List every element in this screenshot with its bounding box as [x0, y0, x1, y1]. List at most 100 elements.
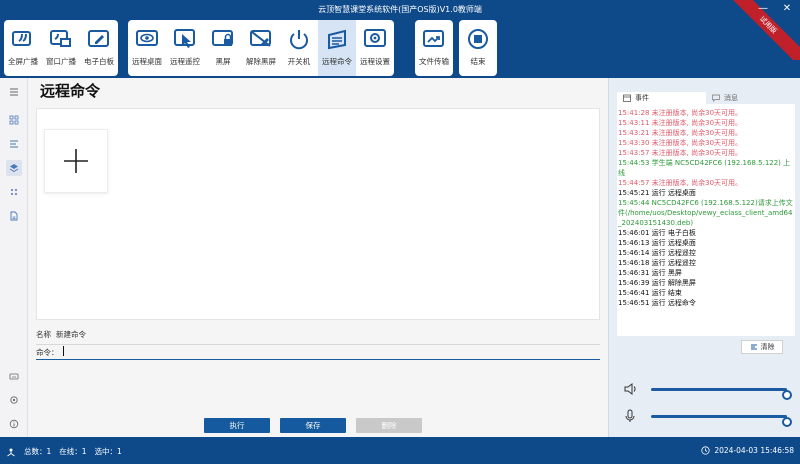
- log-entry: 15:46:14 运行 远程遥控: [618, 249, 696, 257]
- log-entry: 15:44:57 未注册版本, 尚余30天可用。: [618, 179, 743, 187]
- chat-icon: [712, 94, 720, 102]
- log-entry: 15:43:11 未注册版本, 尚余30天可用。: [618, 119, 743, 127]
- speaker-volume-slider[interactable]: [651, 388, 792, 400]
- tool-label: 远程遥控: [170, 57, 200, 66]
- unblackscreen-button[interactable]: 解除黑屏: [242, 20, 280, 76]
- tab-messages-label: 消息: [724, 94, 738, 102]
- log-entry: 15:46:31 运行 黑屏: [618, 269, 682, 277]
- mic-volume-row: [623, 409, 795, 427]
- name-underline: [36, 344, 600, 345]
- tool-label: 文件传输: [419, 57, 449, 66]
- log-entry: 15:46:13 运行 远程桌面: [618, 239, 696, 247]
- tool-group-broadcast: 全屏广播 窗口广播 电子白板: [4, 20, 118, 76]
- power-icon: [290, 30, 308, 50]
- gear-icon: [364, 29, 386, 47]
- add-command-button[interactable]: [44, 129, 108, 193]
- log-entry: 15:46:18 运行 远程遥控: [618, 259, 696, 267]
- remote-desktop-button[interactable]: 远程桌面: [128, 20, 166, 76]
- delete-button[interactable]: 删除: [356, 418, 422, 433]
- whiteboard-button[interactable]: 电子白板: [80, 20, 118, 76]
- remote-desktop-icon: [136, 30, 158, 46]
- log-entry: 15:41:28 未注册版本, 尚余30天可用。: [618, 109, 743, 117]
- command-underline: [36, 359, 600, 360]
- file-transfer-button[interactable]: 文件传输: [415, 20, 453, 76]
- title-bar: 云顶智慧课堂系统软件(国产OS版)V1.0教师端 — ✕: [0, 0, 800, 18]
- window-broadcast-button[interactable]: 窗口广播: [42, 20, 80, 76]
- command-input[interactable]: 命令：: [36, 346, 600, 360]
- window-broadcast-icon: [50, 30, 71, 47]
- remote-command-icon: [328, 29, 346, 50]
- power-button[interactable]: 开关机: [280, 20, 318, 76]
- close-button[interactable]: ✕: [780, 2, 794, 16]
- window-title: 云顶智慧课堂系统软件(国产OS版)V1.0教师端: [318, 5, 482, 14]
- speaker-icon: [624, 383, 636, 395]
- unlock-screen-icon: [250, 30, 271, 47]
- mic-volume-slider[interactable]: [651, 415, 792, 427]
- layers-icon[interactable]: [6, 160, 22, 176]
- log-entry: 15:43:57 未注册版本, 尚余30天可用。: [618, 149, 743, 157]
- tab-messages[interactable]: 消息: [706, 92, 795, 104]
- name-field-row: 名称 新建命令: [36, 328, 600, 345]
- clear-log-button[interactable]: 清除: [741, 340, 783, 354]
- tool-group-files: 文件传输: [415, 20, 453, 76]
- list-view-icon[interactable]: [6, 136, 22, 152]
- info-icon[interactable]: [6, 416, 22, 432]
- tool-label: 远程桌面: [132, 57, 162, 66]
- speaker-volume-row: [623, 382, 795, 400]
- menu-icon[interactable]: [6, 84, 22, 100]
- speaker-volume-handle[interactable]: [782, 390, 792, 400]
- fullscreen-broadcast-button[interactable]: 全屏广播: [4, 20, 42, 76]
- tool-label: 窗口广播: [46, 57, 76, 66]
- main-area: 远程命令 名称 新建命令 命令： 执行 保存 删除: [28, 78, 608, 437]
- text-caret: [63, 346, 64, 356]
- whiteboard-icon: [88, 30, 109, 47]
- command-list-panel: [36, 108, 600, 320]
- page-title: 远程命令: [40, 82, 101, 100]
- toolbar: 全屏广播 窗口广播 电子白板 远程桌面 远程遥控 黑屏 解除黑屏 开关机 远程命…: [0, 18, 800, 78]
- execute-button[interactable]: 执行: [204, 418, 270, 433]
- remote-settings-button[interactable]: 远程设置: [356, 20, 394, 76]
- end-button[interactable]: 结束: [459, 20, 497, 76]
- grid-view-icon[interactable]: [6, 112, 22, 128]
- left-sidebar: [0, 78, 28, 437]
- log-entry: 15:46:39 运行 解除黑屏: [618, 279, 696, 287]
- keyboard-icon[interactable]: [6, 368, 22, 384]
- file-transfer-icon: [423, 30, 444, 47]
- tool-group-end: 结束: [459, 20, 497, 76]
- status-bar: 总数：1 在线：1 选中：1 2024-04-03 15:46:58: [0, 437, 800, 464]
- log-tabs: 事件 消息: [617, 92, 795, 104]
- remote-control-button[interactable]: 远程遥控: [166, 20, 204, 76]
- log-entry: 15:44:53 学生端 NC5CD42FC6 (192.168.5.122) …: [618, 159, 791, 177]
- online-count: 在线：1: [59, 447, 87, 456]
- name-label: 名称: [36, 330, 51, 339]
- name-input[interactable]: 新建命令: [56, 329, 86, 340]
- clear-label: 清除: [760, 343, 775, 351]
- save-button[interactable]: 保存: [280, 418, 346, 433]
- tool-label: 黑屏: [215, 57, 231, 66]
- blackscreen-button[interactable]: 黑屏: [204, 20, 242, 76]
- remote-command-button[interactable]: 远程命令: [318, 20, 356, 76]
- settings-icon[interactable]: [6, 392, 22, 408]
- selected-count: 选中：1: [94, 447, 122, 456]
- mic-volume-handle[interactable]: [782, 417, 792, 427]
- minimize-button[interactable]: —: [756, 2, 770, 16]
- log-entry: 15:45:44 NC5CD42FC6 (192.168.5.122)请求上传文…: [618, 199, 793, 227]
- total-count: 总数：1: [24, 447, 52, 456]
- log-entry: 15:46:41 运行 结束: [618, 289, 682, 297]
- tool-label: 远程命令: [322, 57, 352, 66]
- network-icon: [7, 448, 15, 456]
- log-entry: 15:45:21 运行 远程桌面: [618, 189, 696, 197]
- tool-label: 解除黑屏: [246, 57, 276, 66]
- dots-icon[interactable]: [6, 184, 22, 200]
- tool-label: 开关机: [287, 57, 311, 66]
- fullscreen-broadcast-icon: [12, 31, 31, 46]
- microphone-icon: [625, 409, 635, 422]
- lock-screen-icon: [212, 30, 233, 46]
- log-entry: 15:46:01 运行 电子白板: [618, 229, 696, 237]
- document-icon[interactable]: [6, 208, 22, 224]
- stop-icon: [468, 29, 488, 49]
- command-label: 命令：: [36, 348, 59, 357]
- tab-events[interactable]: 事件: [617, 92, 706, 104]
- tool-label: 远程设置: [360, 57, 390, 66]
- clock-icon: [701, 446, 710, 455]
